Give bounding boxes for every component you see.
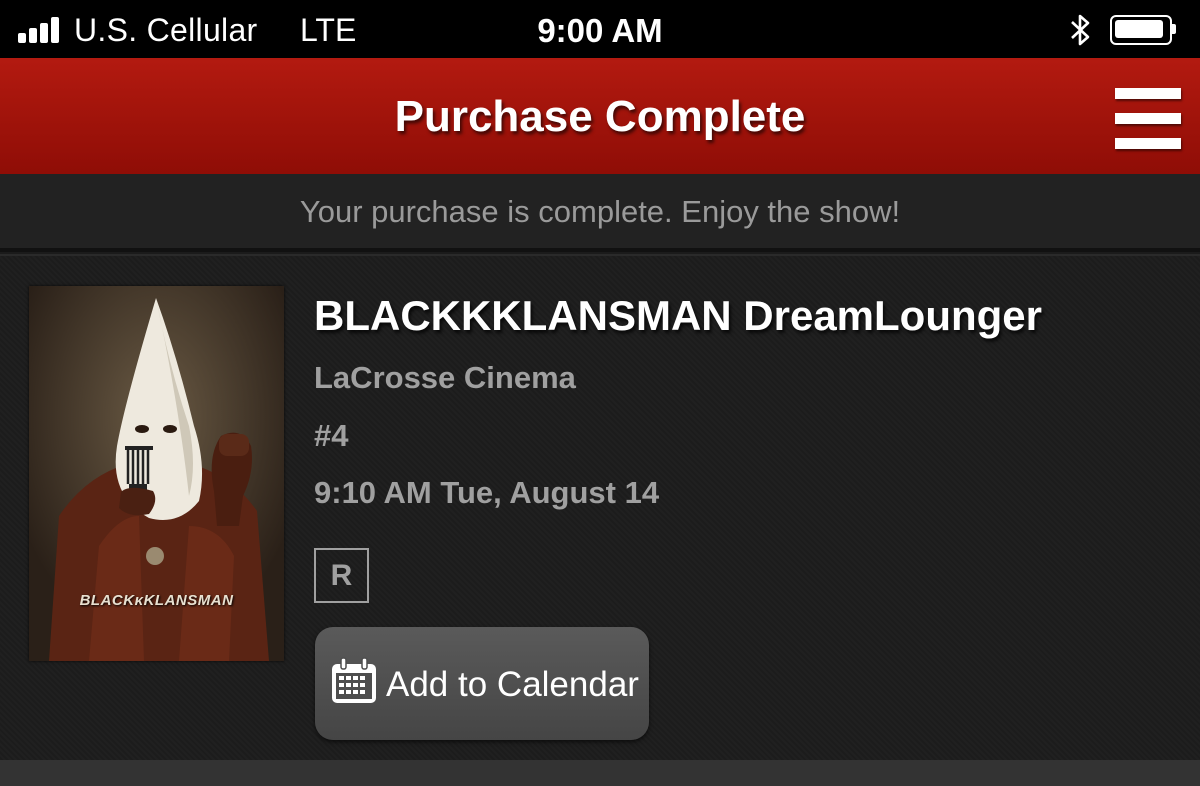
hamburger-menu-icon[interactable]: [1115, 88, 1181, 150]
poster-title: BLACKᴋKLANSMAN: [79, 592, 234, 609]
status-bar: U.S. Cellular LTE 9:00 AM: [0, 0, 1200, 58]
status-time: 9:00 AM: [537, 12, 663, 49]
page-title: Purchase Complete: [394, 92, 806, 141]
add-to-calendar-button[interactable]: Add to Calendar: [315, 627, 649, 740]
rating-badge: R: [314, 548, 369, 603]
showtime: 9:10 AM Tue, August 14: [314, 475, 660, 510]
bluetooth-icon: [1071, 14, 1090, 46]
movie-title: BLACKKKLANSMAN DreamLounger: [314, 292, 1043, 339]
confirmation-message: Your purchase is complete. Enjoy the sho…: [299, 194, 901, 229]
theater-name: LaCrosse Cinema: [314, 360, 576, 395]
confirmation-banner: Your purchase is complete. Enjoy the sho…: [0, 174, 1200, 252]
footer-divider: [0, 760, 1200, 786]
add-to-calendar-label: Add to Calendar: [386, 665, 639, 704]
battery-icon: [1110, 15, 1176, 45]
screen-number: #4: [314, 418, 349, 453]
header-bar: Purchase Complete: [0, 58, 1200, 174]
calendar-icon: [332, 657, 376, 703]
movie-poster: BLACKᴋKLANSMAN: [29, 286, 284, 661]
